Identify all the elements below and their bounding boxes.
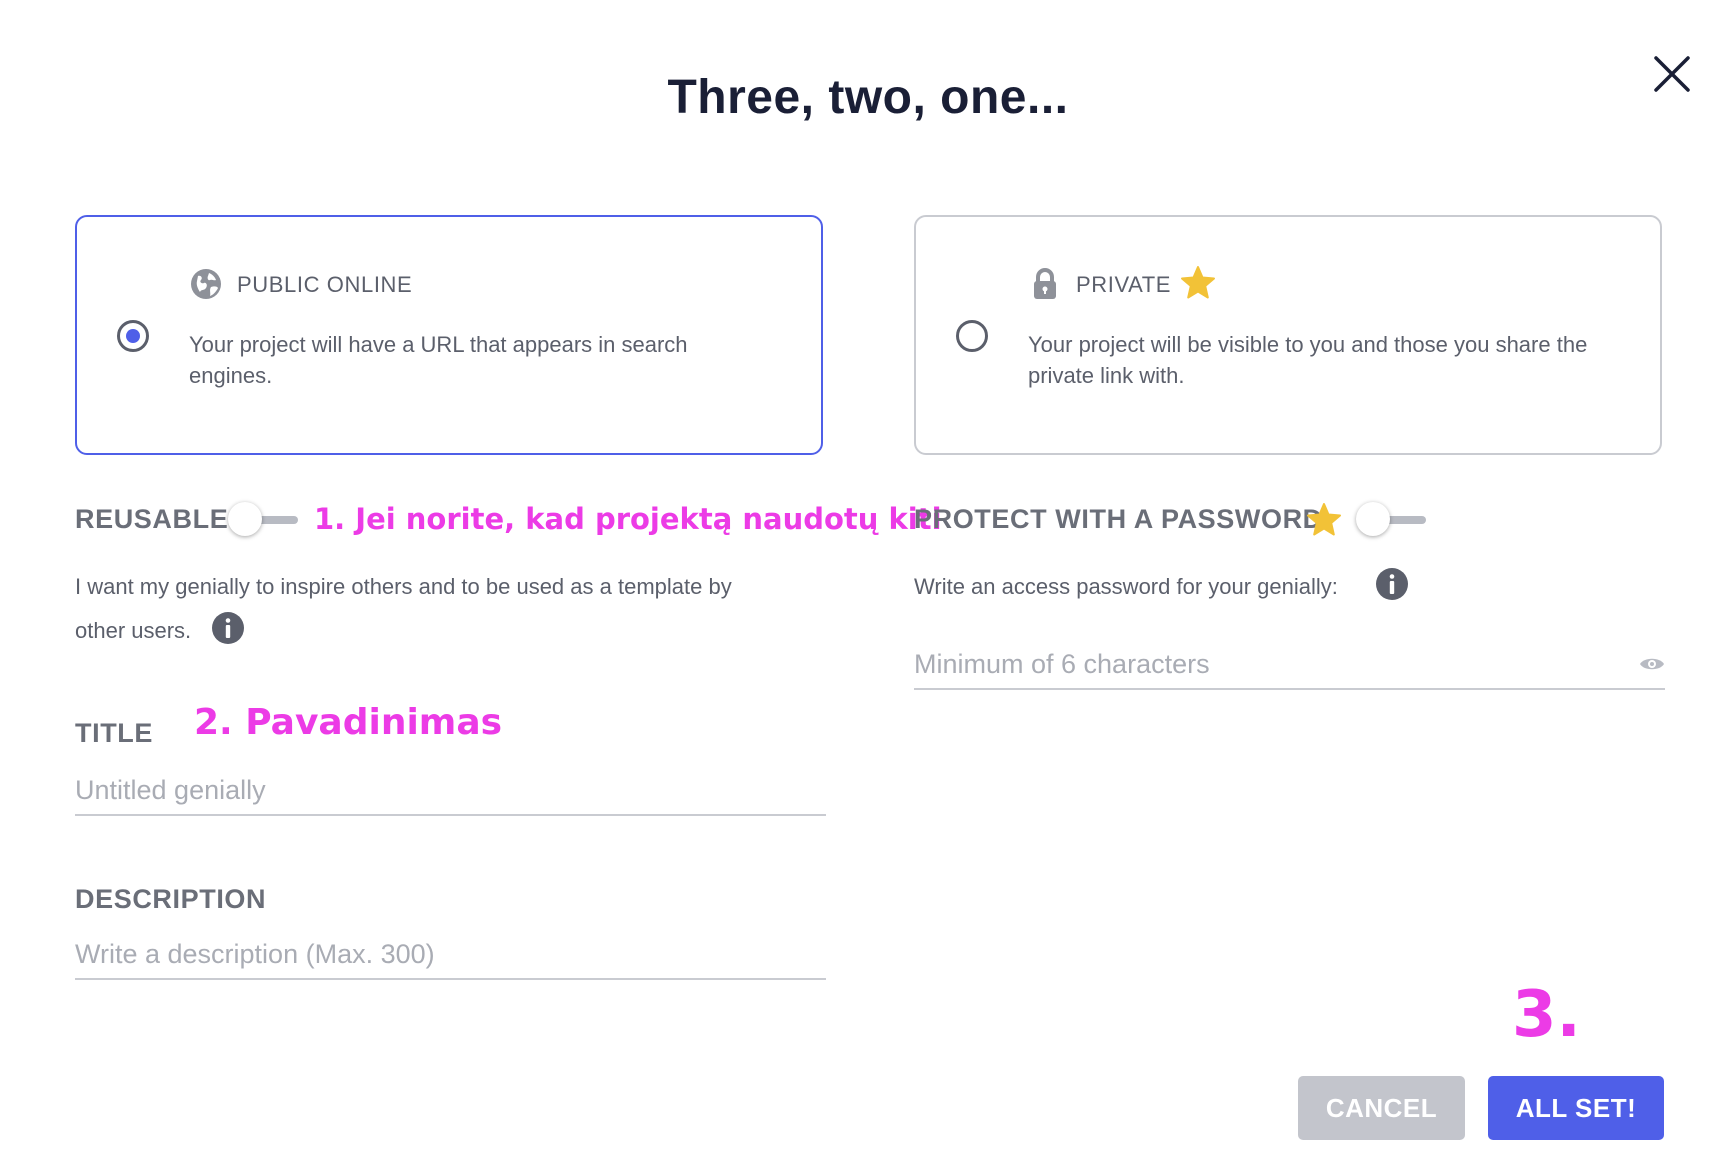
password-protect-label: PROTECT WITH A PASSWORD xyxy=(914,504,1323,534)
reusable-label: REUSABLE xyxy=(75,504,229,534)
public-online-option[interactable]: PUBLIC ONLINE Your project will have a U… xyxy=(75,215,823,455)
password-info-button[interactable] xyxy=(1376,568,1408,600)
annotation-step-3: 3. xyxy=(1512,978,1581,1052)
globe-icon xyxy=(191,269,221,299)
password-input[interactable] xyxy=(914,644,1665,684)
eye-icon[interactable] xyxy=(1639,654,1665,674)
password-description: Write an access password for your genial… xyxy=(914,574,1338,599)
public-online-label: PUBLIC ONLINE xyxy=(237,272,413,297)
password-field[interactable] xyxy=(914,640,1665,690)
close-button[interactable] xyxy=(1648,50,1696,98)
public-radio-button[interactable] xyxy=(117,320,149,352)
title-field[interactable] xyxy=(75,766,826,816)
info-icon xyxy=(1376,568,1408,600)
star-icon xyxy=(1181,266,1215,299)
annotation-step-1: 1. Jei norite, kad projektą naudotų kiti xyxy=(314,502,942,536)
password-toggle[interactable] xyxy=(1356,502,1426,538)
description-label: DESCRIPTION xyxy=(75,884,267,914)
annotation-step-2: 2. Pavadinimas xyxy=(194,702,503,743)
reusable-description-line2: other users. xyxy=(75,618,192,643)
private-description: Your project will be visible to you and … xyxy=(1028,332,1588,388)
private-option[interactable]: PRIVATE Your project will be visible to … xyxy=(914,215,1662,455)
cancel-button[interactable]: CANCEL xyxy=(1298,1076,1465,1140)
public-online-description: Your project will have a URL that appear… xyxy=(189,332,688,388)
lock-icon xyxy=(1034,268,1056,299)
close-icon xyxy=(1654,56,1690,92)
description-input[interactable] xyxy=(75,934,826,974)
publish-dialog: Three, two, one... PUBLIC ONLINE Your pr… xyxy=(0,0,1736,1164)
reusable-info-button[interactable] xyxy=(212,612,244,644)
all-set-button[interactable]: ALL SET! xyxy=(1488,1076,1664,1140)
toggle-knob xyxy=(228,502,262,536)
title-input[interactable] xyxy=(75,770,826,810)
title-label: TITLE xyxy=(75,718,153,748)
radio-selected-dot xyxy=(126,329,140,343)
reusable-description-line1: I want my genially to inspire others and… xyxy=(75,574,732,599)
reusable-toggle[interactable] xyxy=(228,502,298,538)
toggle-knob xyxy=(1356,502,1390,536)
description-field[interactable] xyxy=(75,930,826,980)
star-icon xyxy=(1307,503,1341,536)
private-radio-button[interactable] xyxy=(956,320,988,352)
info-icon xyxy=(212,612,244,644)
private-label: PRIVATE xyxy=(1076,272,1172,297)
dialog-title: Three, two, one... xyxy=(667,71,1069,124)
